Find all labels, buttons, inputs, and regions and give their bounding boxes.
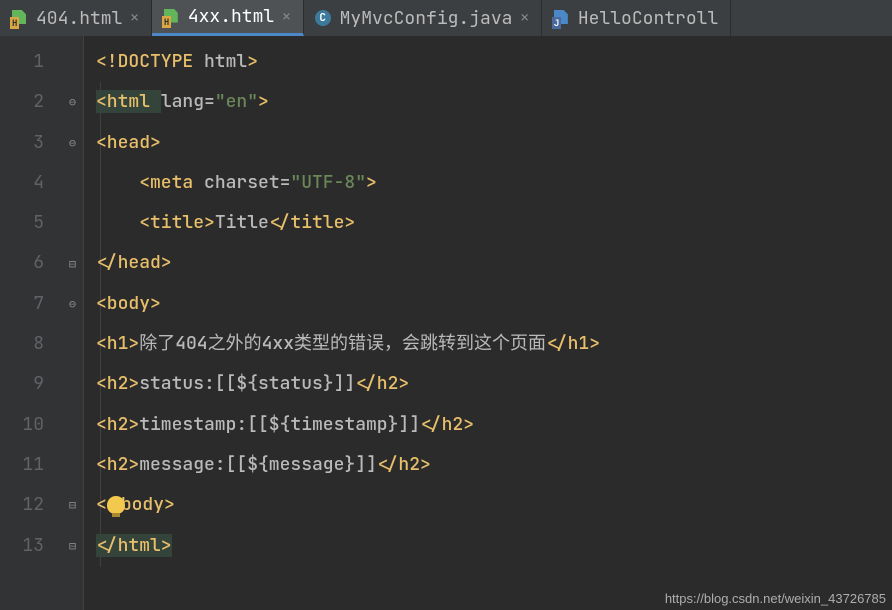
line-number: 7 <box>10 284 44 324</box>
close-icon[interactable]: ✕ <box>130 9 138 27</box>
code-line: <h2>status:[[${status}]]</h2> <box>96 364 892 404</box>
line-number: 4 <box>10 163 44 203</box>
fold-marker[interactable]: ⊟ <box>62 485 83 525</box>
tab-mymvcconfig[interactable]: MyMvcConfig.java ✕ <box>304 0 542 36</box>
editor-tabs: 404.html ✕ 4xx.html ✕ MyMvcConfig.java ✕… <box>0 0 892 36</box>
line-number: 9 <box>10 364 44 404</box>
fold-marker[interactable] <box>62 203 83 243</box>
tab-404-html[interactable]: 404.html ✕ <box>0 0 152 36</box>
fold-gutter[interactable]: ⊖⊖⊟⊖⊟⊟ <box>62 36 84 610</box>
line-number-gutter: 12345678910111213 <box>0 36 62 610</box>
tab-label: 4xx.html <box>188 5 274 28</box>
code-area[interactable]: <!DOCTYPE html> <html lang="en"> <head> … <box>84 36 892 610</box>
intention-bulb-icon[interactable] <box>107 496 125 514</box>
tab-label: HelloControll <box>578 7 718 30</box>
java-file-icon <box>552 10 570 26</box>
code-line: <html lang="en"> <box>96 82 892 122</box>
line-number: 5 <box>10 203 44 243</box>
code-line: <meta charset="UTF-8"> <box>96 163 892 203</box>
close-icon[interactable]: ✕ <box>282 8 290 26</box>
fold-marker[interactable] <box>62 324 83 364</box>
line-number: 11 <box>10 445 44 485</box>
fold-marker[interactable]: ⊟ <box>62 243 83 283</box>
fold-marker[interactable]: ⊖ <box>62 284 83 324</box>
code-line: <title>Title</title> <box>96 203 892 243</box>
java-class-icon <box>314 10 332 26</box>
code-line: <h1>除了404之外的4xx类型的错误，会跳转到这个页面</h1> <box>96 324 892 364</box>
fold-marker[interactable]: ⊟ <box>62 526 83 566</box>
code-editor[interactable]: 12345678910111213 ⊖⊖⊟⊖⊟⊟ <!DOCTYPE html>… <box>0 36 892 610</box>
tab-4xx-html[interactable]: 4xx.html ✕ <box>152 0 304 36</box>
html-file-icon <box>10 10 28 26</box>
fold-marker[interactable]: ⊖ <box>62 82 83 122</box>
line-number: 3 <box>10 123 44 163</box>
code-line: <h2>message:[[${message}]]</h2> <box>96 445 892 485</box>
line-number: 8 <box>10 324 44 364</box>
code-line: </html> <box>96 526 892 566</box>
code-line: <!DOCTYPE html> <box>96 42 892 82</box>
line-number: 1 <box>10 42 44 82</box>
line-number: 2 <box>10 82 44 122</box>
tab-label: MyMvcConfig.java <box>340 7 513 30</box>
tab-hellocontroller[interactable]: HelloControll <box>542 0 731 36</box>
line-number: 12 <box>10 485 44 525</box>
close-icon[interactable]: ✕ <box>520 9 528 27</box>
fold-marker[interactable]: ⊖ <box>62 123 83 163</box>
fold-marker[interactable] <box>62 445 83 485</box>
line-number: 13 <box>10 526 44 566</box>
fold-marker[interactable] <box>62 405 83 445</box>
code-line: <h2>timestamp:[[${timestamp}]]</h2> <box>96 405 892 445</box>
html-file-icon <box>162 9 180 25</box>
code-line: <head> <box>96 123 892 163</box>
code-line: </head> <box>96 243 892 283</box>
fold-marker[interactable] <box>62 364 83 404</box>
tab-label: 404.html <box>36 7 122 30</box>
line-number: 10 <box>10 405 44 445</box>
code-line: <body> <box>96 485 892 525</box>
line-number: 6 <box>10 243 44 283</box>
watermark: https://blog.csdn.net/weixin_43726785 <box>665 591 886 606</box>
fold-marker[interactable] <box>62 42 83 82</box>
fold-marker[interactable] <box>62 163 83 203</box>
code-line: <body> <box>96 284 892 324</box>
